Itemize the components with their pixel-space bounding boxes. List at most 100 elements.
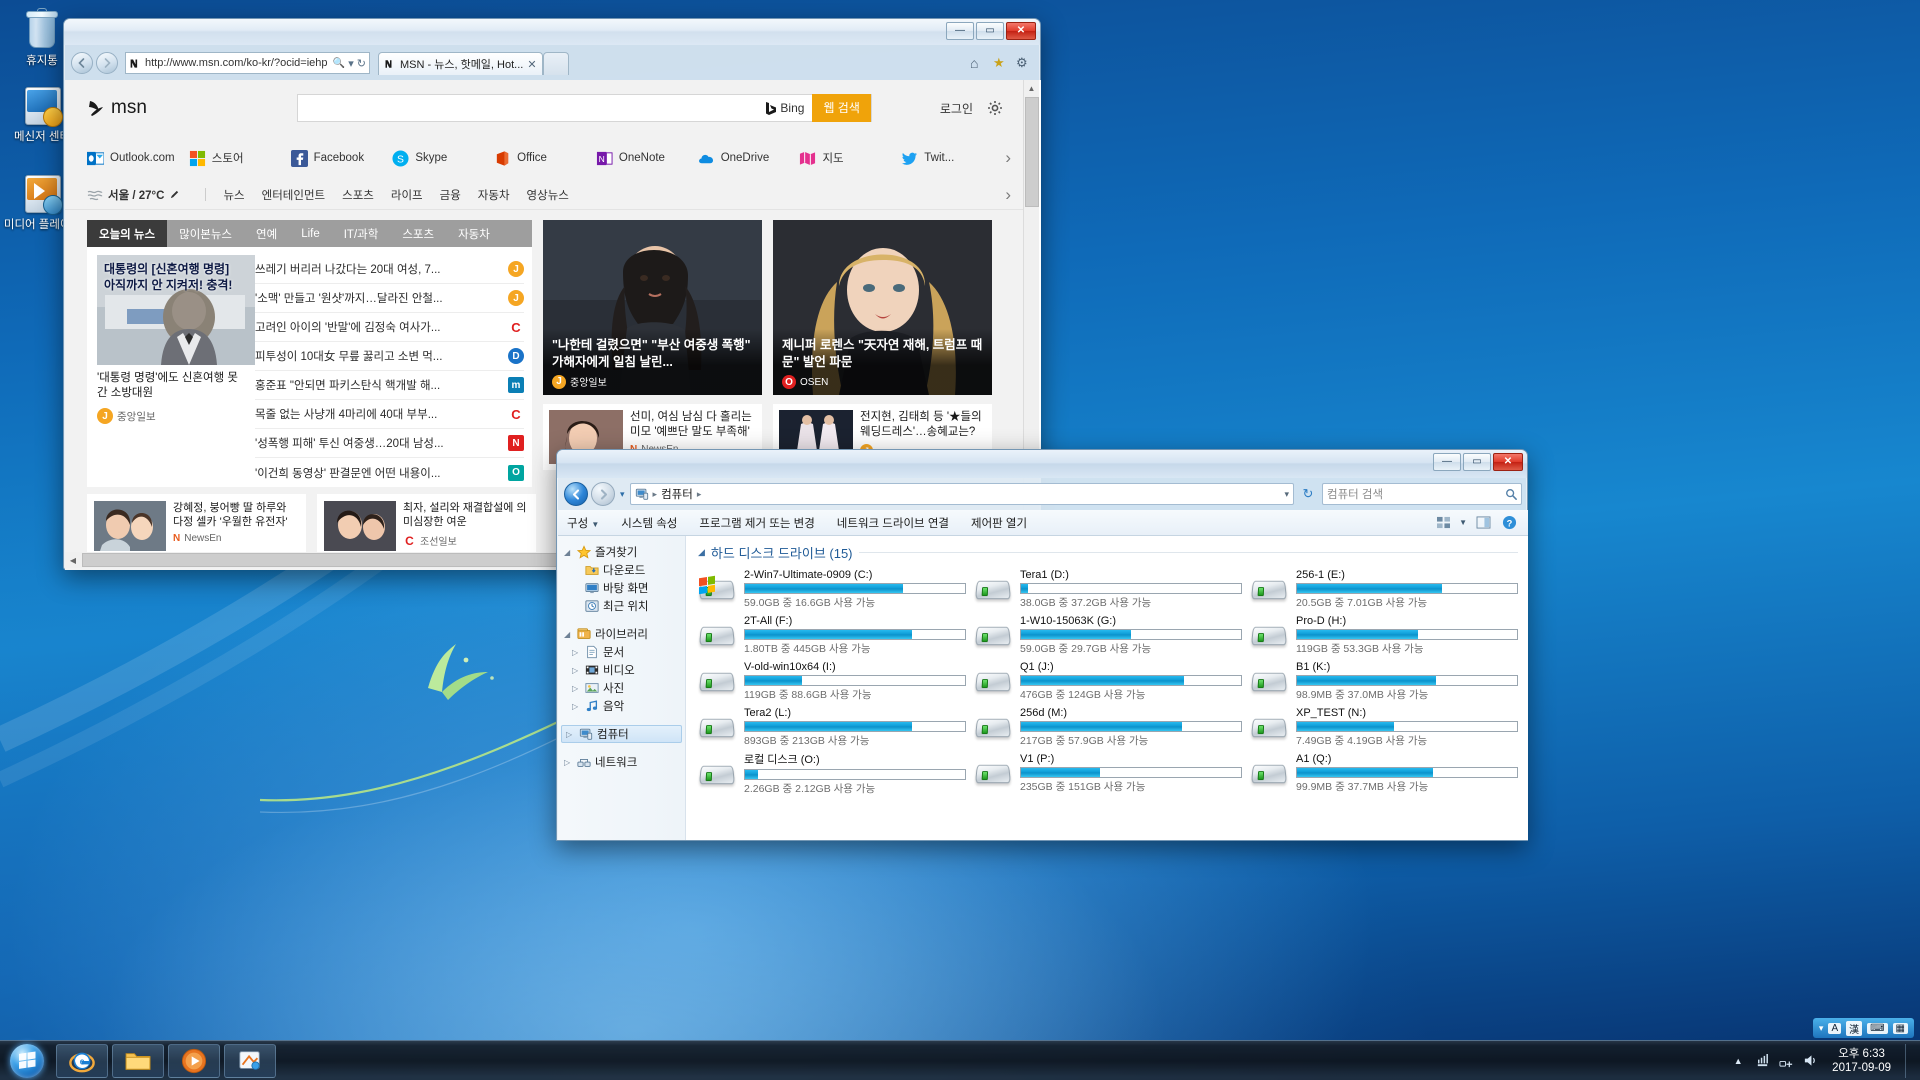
ime-panel-icon[interactable]: ▦ [1892,1022,1908,1034]
ie-title-bar[interactable]: — ▭ ✕ [64,19,1040,45]
ime-mode-alpha[interactable]: A [1828,1022,1842,1034]
breadcrumb-separator-trailing[interactable]: ▸ [697,489,702,500]
news-tab-entertainment[interactable]: 연예 [244,220,289,247]
explorer-maximize-button[interactable]: ▭ [1463,453,1491,471]
group-collapse-arrow-icon[interactable]: ◢ [698,547,705,558]
subnav-item-entertainment[interactable]: 엔터테인먼트 [262,187,325,203]
favorites-icon[interactable]: ★ [993,55,1009,71]
taskbar-item-windows-explorer[interactable] [112,1043,164,1078]
volume-icon[interactable] [1802,1053,1818,1069]
list-item[interactable]: 고려인 아이의 '반말'에 김정숙 여사가... C [255,313,524,342]
expand-arrow-icon[interactable]: ▷ [572,648,581,657]
windows-explorer-window[interactable]: — ▭ ✕ ▾ ▸ 컴퓨터 ▸ ▾ ↻ 컴퓨터 검색 구성 ▼ 시스템 속성 프… [556,449,1528,841]
app-link-store[interactable]: 스토어 [189,150,291,167]
drive-item-k[interactable]: B1 (K:) 98.9MB 중 37.0MB 사용 가능 [1250,659,1518,703]
ie-close-button[interactable]: ✕ [1006,22,1036,40]
navigation-pane[interactable]: ◢ 즐겨찾기 다운로드 바탕 화면 최근 위치 ◢ 라이브러리 ▷ 문서 ▷ 비… [558,536,686,840]
action-center-icon[interactable] [1754,1053,1770,1069]
address-bar-tools[interactable]: 🔍 ▾ ↻ [333,57,366,70]
news-tab-today[interactable]: 오늘의 뉴스 [87,220,168,247]
tab-close-icon[interactable]: ✕ [527,58,536,71]
help-icon[interactable]: ? [1499,514,1519,532]
drive-item-f[interactable]: 2T-All (F:) 1.80TB 중 445GB 사용 가능 [698,613,966,657]
address-search-icon[interactable]: 🔍 [333,58,345,69]
start-button[interactable] [2,1042,52,1080]
explorer-address-bar[interactable]: ▸ 컴퓨터 ▸ ▾ [629,483,1294,505]
taskbar-item-paint-tool[interactable] [224,1043,276,1078]
breadcrumb-item-computer[interactable]: 컴퓨터 [661,486,693,502]
toolbar-open-control-panel[interactable]: 제어판 열기 [971,515,1027,531]
expand-arrow-icon[interactable]: ▷ [572,666,581,675]
scroll-left-arrow[interactable]: ◀ [65,552,81,568]
app-link-skype[interactable]: S Skype [392,149,494,167]
msn-app-links[interactable]: Outlook.com 스토어 Facebook S Skype Office [65,136,1025,180]
tree-item-videos[interactable]: ▷ 비디오 [558,661,685,679]
expand-arrow-icon[interactable]: ▷ [572,702,581,711]
search-icon[interactable] [1505,488,1517,500]
tab-msn[interactable]: MSN - 뉴스, 핫메일, Hot... ✕ [378,52,543,75]
app-link-maps[interactable]: 지도 [799,150,901,167]
expand-arrow-icon[interactable]: ▷ [566,730,575,739]
group-header-hard-disk-drives[interactable]: ◢ 하드 디스크 드라이브 (15) [698,543,1518,562]
explorer-window-controls[interactable]: — ▭ ✕ [1433,453,1523,471]
subnav-item-autos[interactable]: 자동차 [478,187,510,203]
app-link-twitter[interactable]: Twit... [901,150,1003,167]
gear-icon[interactable] [987,100,1003,116]
address-bar[interactable]: http://www.msn.com/ko-kr/?ocid=iehp 🔍 ▾ … [125,52,370,74]
explorer-title-bar[interactable]: — ▭ ✕ [557,450,1527,478]
ie-navigation-bar[interactable]: http://www.msn.com/ko-kr/?ocid=iehp 🔍 ▾ … [65,46,1041,80]
show-hidden-icons-button[interactable]: ▲ [1730,1053,1746,1069]
system-tray[interactable]: ▲ 오후 6:33 2017-09-09 [1730,1043,1920,1078]
explorer-back-button[interactable] [564,482,588,506]
tools-gear-icon[interactable]: ⚙ [1016,55,1032,71]
news-tab-autos[interactable]: 자동차 [446,220,502,247]
subnav-item-life[interactable]: 라이프 [391,187,423,203]
news-tab-life[interactable]: Life [289,220,332,247]
ime-mode-hanja[interactable]: 漢 [1846,1020,1863,1036]
back-button[interactable] [71,52,93,74]
drive-item-o[interactable]: 로컬 디스크 (O:) 2.26GB 중 2.12GB 사용 가능 [698,751,966,795]
explorer-navigation-bar[interactable]: ▾ ▸ 컴퓨터 ▸ ▾ ↻ 컴퓨터 검색 [558,479,1528,509]
clock[interactable]: 오후 6:33 2017-09-09 [1826,1047,1897,1075]
drive-item-m[interactable]: 256d (M:) 217GB 중 57.9GB 사용 가능 [974,705,1242,749]
refresh-icon[interactable]: ↻ [357,57,366,70]
ie-window-controls[interactable]: — ▭ ✕ [946,22,1036,40]
drive-item-c[interactable]: 2-Win7-Ultimate-0909 (C:) 59.0GB 중 16.6G… [698,567,966,611]
msn-search-box[interactable]: Bing 웹 검색 [296,94,872,122]
taskbar-item-media-player[interactable] [168,1043,220,1078]
toolbar-system-properties[interactable]: 시스템 속성 [621,515,677,531]
msn-search-input[interactable] [297,95,766,121]
forward-button[interactable] [96,52,118,74]
tree-item-documents[interactable]: ▷ 문서 [558,643,685,661]
ie-maximize-button[interactable]: ▭ [976,22,1004,40]
expand-arrow-icon[interactable]: ▷ [564,758,573,767]
taskbar[interactable]: e ▲ 오후 6:33 2017-09-09 [0,1040,1920,1080]
explorer-minimize-button[interactable]: — [1433,453,1461,471]
drive-item-j[interactable]: Q1 (J:) 476GB 중 124GB 사용 가능 [974,659,1242,703]
subnav-next-arrow[interactable]: › [1005,185,1011,205]
list-item[interactable]: '소맥' 만들고 '원샷'까지…달라진 안철... J [255,284,524,313]
news-tab-bar[interactable]: 오늘의 뉴스 많이본뉴스 연예 Life IT/과학 스포츠 자동차 [87,220,532,247]
drive-item-d[interactable]: Tera1 (D:) 38.0GB 중 37.2GB 사용 가능 [974,567,1242,611]
subnav-item-finance[interactable]: 금융 [440,187,461,203]
explorer-command-bar[interactable]: 구성 ▼ 시스템 속성 프로그램 제거 또는 변경 네트워크 드라이브 연결 제… [558,510,1528,536]
taskbar-item-internet-explorer[interactable]: e [56,1043,108,1078]
view-layout-icon[interactable] [1433,514,1453,532]
tree-item-pictures[interactable]: ▷ 사진 [558,679,685,697]
ime-dropdown-icon[interactable]: ▾ [1819,1023,1824,1034]
expand-arrow-icon[interactable]: ◢ [564,548,573,557]
list-item[interactable]: 홍준표 "안되면 파키스탄식 핵개발 해... m [255,371,524,400]
drive-item-p[interactable]: V1 (P:) 235GB 중 151GB 사용 가능 [974,751,1242,795]
ime-keyboard-icon[interactable]: ⌨ [1867,1022,1888,1034]
drive-item-q[interactable]: A1 (Q:) 99.9MB 중 37.7MB 사용 가능 [1250,751,1518,795]
history-dropdown-icon[interactable]: ▾ [618,489,627,500]
scroll-up-arrow[interactable]: ▲ [1024,80,1039,96]
ime-language-bar[interactable]: ▾ A 漢 ⌨ ▦ [1812,1018,1914,1038]
address-dropdown-icon[interactable]: ▾ [348,57,354,70]
scrollbar-thumb[interactable] [1025,97,1039,207]
app-link-onenote[interactable]: N OneNote [596,150,698,167]
bottom-card[interactable]: 최자, 설리와 재결합설에 의미심장한 여운 C 조선일보 [317,494,536,558]
toolbar-map-network-drive[interactable]: 네트워크 드라이브 연결 [837,515,949,531]
tab-strip[interactable]: MSN - 뉴스, 핫메일, Hot... ✕ [378,51,569,75]
explorer-refresh-button[interactable]: ↻ [1297,483,1319,505]
